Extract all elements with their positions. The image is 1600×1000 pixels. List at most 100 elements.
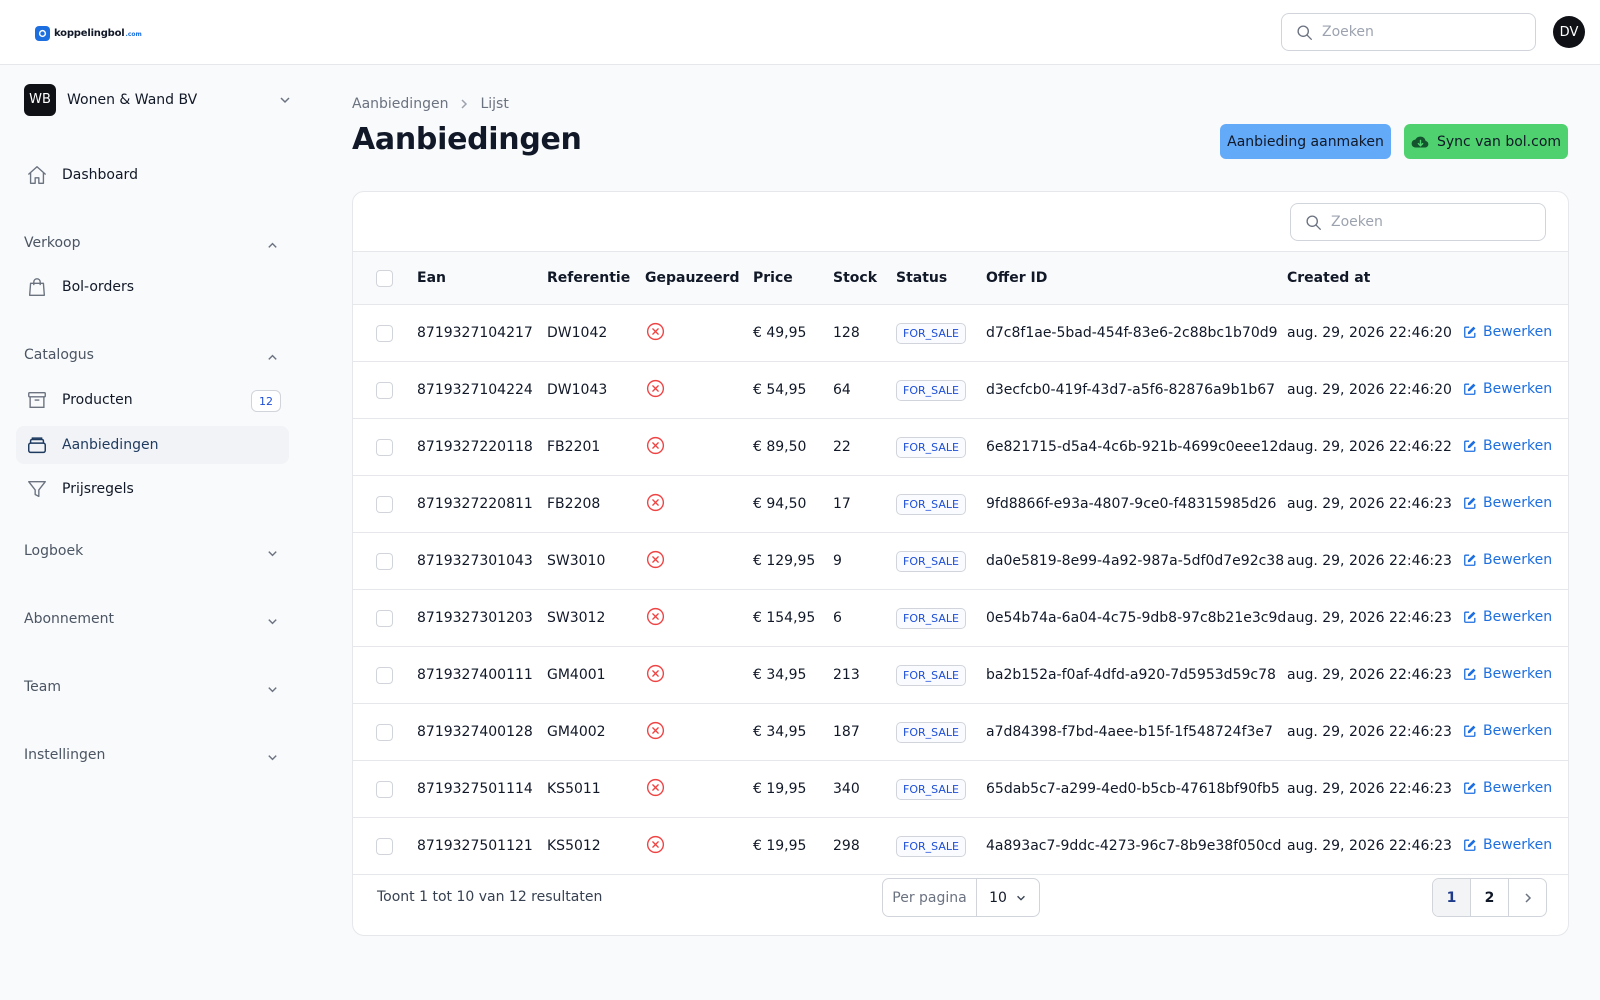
row-select-cell: [353, 647, 417, 704]
row-checkbox[interactable]: [376, 609, 393, 627]
sidebar-item-prijsregels[interactable]: Prijsregels: [16, 470, 289, 508]
sidebar-group-label: Catalogus: [24, 347, 94, 363]
brand-logo[interactable]: koppelingbol .com: [35, 25, 142, 41]
global-search[interactable]: [1281, 13, 1536, 51]
edit-offer-link[interactable]: Bewerken: [1463, 324, 1552, 340]
pencil-square-icon: [1464, 554, 1476, 566]
edit-offer-link[interactable]: Bewerken: [1463, 495, 1552, 511]
table-row: 8719327104217 DW1042 € 49,95 128 FOR_SALE d7c…: [353, 305, 1568, 362]
table-search[interactable]: [1290, 203, 1546, 241]
row-checkbox[interactable]: [376, 666, 393, 684]
cell-stock: 187: [833, 724, 860, 740]
brand-name: koppelingbol: [54, 27, 125, 39]
edit-offer-link[interactable]: Bewerken: [1463, 552, 1552, 568]
cell-referentie: GM4001: [547, 667, 606, 683]
cell-offer-id: 65dab5c7-a299-4ed0-b5cb-47618bf90fb5: [986, 781, 1280, 797]
cell-status: FOR_SALE: [896, 647, 986, 704]
cell-price: € 129,95: [753, 553, 816, 569]
row-checkbox[interactable]: [376, 723, 393, 741]
column-header-offer-id[interactable]: Offer ID: [986, 251, 1287, 305]
chevron-down-icon: [266, 681, 279, 700]
user-avatar[interactable]: DV: [1553, 16, 1585, 48]
column-header-status[interactable]: Status: [896, 251, 986, 305]
sidebar-group-team[interactable]: Team: [24, 675, 281, 699]
per-page-select[interactable]: 10: [977, 879, 1039, 916]
select-all-cell: [353, 251, 417, 305]
sidebar-item-dashboard[interactable]: Dashboard: [16, 156, 289, 194]
cell-gepauzeerd: [645, 419, 753, 476]
cell-gepauzeerd: [645, 761, 753, 818]
row-checkbox[interactable]: [376, 438, 393, 456]
pencil-square-icon: [1464, 497, 1476, 509]
breadcrumb-link-aanbiedingen[interactable]: Aanbiedingen: [352, 96, 448, 112]
cell-offer-id: d3ecfcb0-419f-43d7-a5f6-82876a9b1b67: [986, 382, 1276, 398]
breadcrumb: Aanbiedingen Lijst: [352, 96, 509, 112]
row-checkbox[interactable]: [376, 381, 393, 399]
edit-offer-link[interactable]: Bewerken: [1463, 723, 1552, 739]
status-badge: FOR_SALE: [896, 379, 966, 401]
breadcrumb-current: Lijst: [480, 96, 509, 112]
cell-ean: 8719327400111: [417, 667, 533, 683]
sidebar-item-bol-orders[interactable]: Bol-orders: [16, 268, 289, 306]
status-badge: FOR_SALE: [896, 436, 966, 458]
select-all-checkbox[interactable]: [376, 269, 393, 287]
cell-referentie: FB2208: [547, 496, 601, 512]
sidebar-group-instellingen[interactable]: Instellingen: [24, 743, 281, 767]
cell-stock: 6: [833, 610, 842, 626]
results-summary: Toont 1 tot 10 van 12 resultaten: [377, 889, 603, 905]
status-badge: FOR_SALE: [896, 550, 966, 572]
next-page-button[interactable]: [1509, 879, 1546, 916]
chevron-down-icon: [266, 613, 279, 632]
cell-stock: 17: [833, 496, 851, 512]
sync-bol-button[interactable]: Sync van bol.com: [1404, 124, 1568, 159]
edit-offer-link[interactable]: Bewerken: [1463, 780, 1552, 796]
row-checkbox[interactable]: [376, 495, 393, 513]
cell-gepauzeerd: [645, 590, 753, 647]
page-button-2[interactable]: 2: [1471, 879, 1509, 916]
pencil-square-icon: [1464, 782, 1476, 794]
row-select-cell: [353, 419, 417, 476]
per-page-value: 10: [989, 889, 1007, 906]
column-header-stock[interactable]: Stock: [833, 251, 896, 305]
edit-offer-link[interactable]: Bewerken: [1463, 438, 1552, 454]
table-search-input[interactable]: [1331, 214, 1531, 230]
sidebar-item-producten[interactable]: Producten 12: [16, 381, 289, 419]
sidebar-item-aanbiedingen[interactable]: Aanbiedingen: [16, 426, 289, 464]
sidebar-group-label: Team: [24, 679, 62, 695]
column-header-created-at[interactable]: Created at: [1287, 251, 1463, 305]
column-header-gepauzeerd[interactable]: Gepauzeerd: [645, 251, 753, 305]
top-bar: koppelingbol .com DV: [0, 0, 1600, 65]
page-button-1[interactable]: 1: [1433, 879, 1471, 916]
sync-bol-button-label: Sync van bol.com: [1436, 133, 1562, 150]
row-checkbox[interactable]: [376, 780, 393, 798]
sidebar-group-abonnement[interactable]: Abonnement: [24, 607, 281, 631]
cell-status: FOR_SALE: [896, 704, 986, 761]
edit-offer-link[interactable]: Bewerken: [1463, 837, 1552, 853]
sidebar-group-logboek[interactable]: Logboek: [24, 539, 281, 563]
row-checkbox[interactable]: [376, 552, 393, 570]
cell-created-at: aug. 29, 2026 22:46:23: [1287, 496, 1452, 512]
row-select-cell: [353, 362, 417, 419]
global-search-input[interactable]: [1322, 24, 1522, 40]
pencil-square-icon: [1464, 839, 1476, 851]
team-switcher[interactable]: WB Wonen & Wand BV: [24, 83, 294, 116]
sidebar-group-catalogus[interactable]: Catalogus: [24, 343, 281, 367]
column-header-referentie[interactable]: Referentie: [547, 251, 645, 305]
column-header-ean[interactable]: Ean: [417, 251, 547, 305]
row-checkbox[interactable]: [376, 837, 393, 855]
cell-actions: Bewerken: [1463, 761, 1568, 818]
cell-status: FOR_SALE: [896, 305, 986, 362]
status-badge: FOR_SALE: [896, 664, 966, 686]
column-header-price[interactable]: Price: [753, 251, 833, 305]
sidebar-group-verkoop[interactable]: Verkoop: [24, 231, 281, 255]
edit-offer-link[interactable]: Bewerken: [1463, 609, 1552, 625]
row-select-cell: [353, 533, 417, 590]
edit-offer-link[interactable]: Bewerken: [1463, 666, 1552, 682]
row-checkbox[interactable]: [376, 324, 393, 342]
edit-offer-link[interactable]: Bewerken: [1463, 381, 1552, 397]
page-title: Aanbiedingen: [352, 122, 582, 157]
create-offer-button[interactable]: Aanbieding aanmaken: [1220, 124, 1391, 159]
cell-actions: Bewerken: [1463, 305, 1568, 362]
edit-offer-label: Bewerken: [1483, 494, 1553, 511]
cell-gepauzeerd: [645, 704, 753, 761]
